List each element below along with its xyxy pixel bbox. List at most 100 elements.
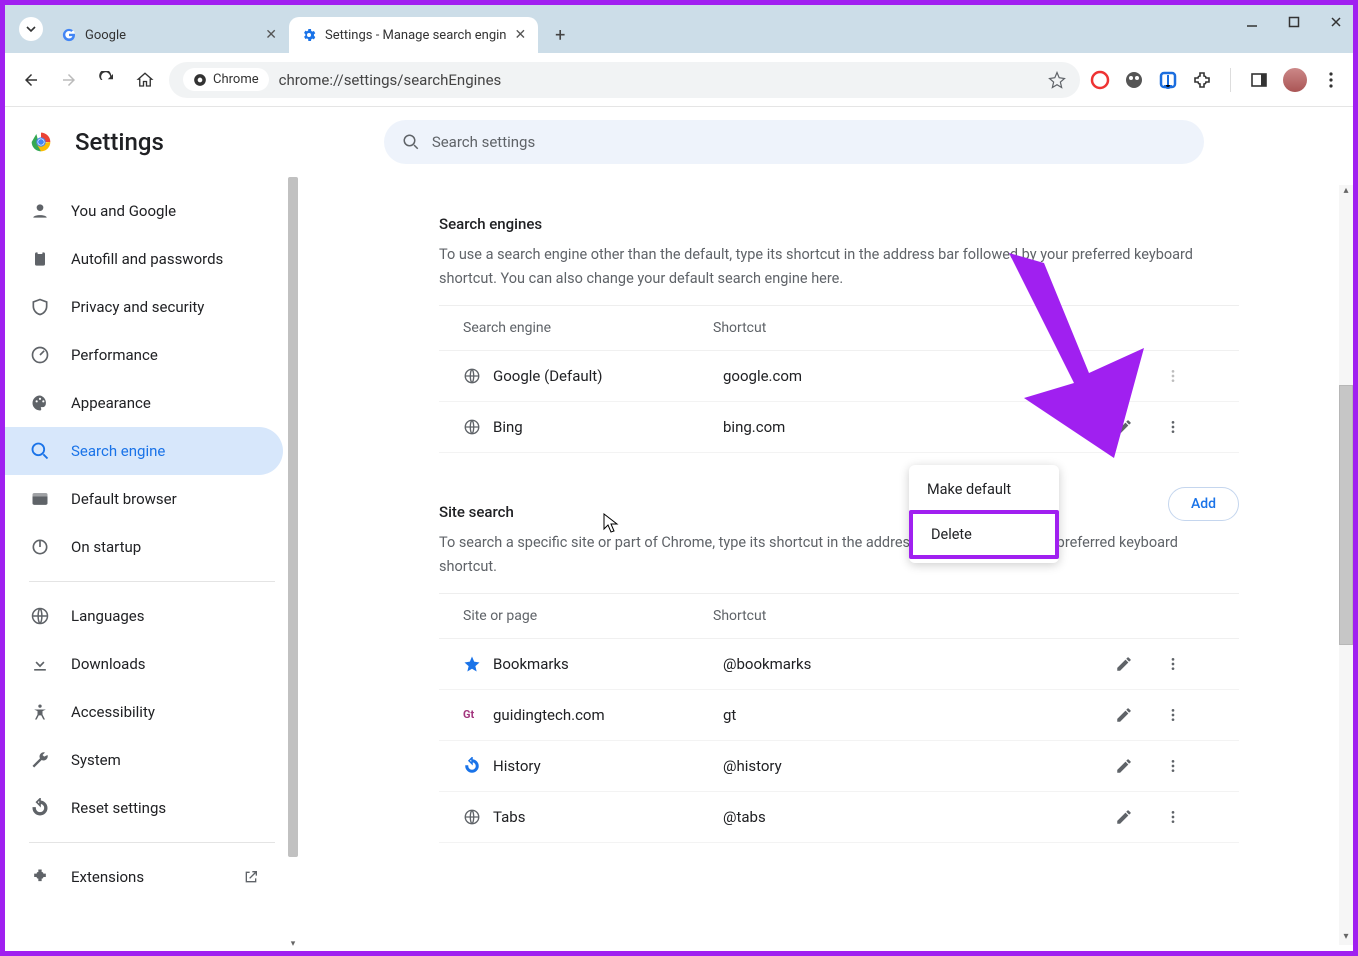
tabs-dropdown[interactable] [19, 17, 43, 41]
more-actions-button[interactable] [1165, 758, 1215, 774]
page-scrollbar[interactable]: ▴ ▾ [1339, 185, 1353, 945]
clipboard-icon [29, 249, 51, 269]
site-row: Bookmarks @bookmarks [439, 639, 1239, 690]
close-tab-icon[interactable]: ✕ [265, 27, 277, 43]
download-icon [29, 654, 51, 674]
new-tab-button[interactable]: + [546, 21, 574, 49]
globe-icon [29, 606, 51, 626]
profile-avatar[interactable] [1283, 68, 1307, 92]
maximize-button[interactable] [1287, 15, 1301, 29]
edit-button[interactable] [1115, 706, 1165, 724]
omnibox[interactable]: Chrome chrome://settings/searchEngines [169, 62, 1080, 98]
more-actions-button[interactable] [1165, 656, 1215, 672]
globe-icon [463, 367, 483, 385]
sidebar-item-privacy[interactable]: Privacy and security [5, 283, 283, 331]
sidebar-item-you-and-google[interactable]: You and Google [5, 187, 283, 235]
search-settings-input[interactable]: Search settings [384, 120, 1204, 164]
sidebar-item-search-engine[interactable]: Search engine [5, 427, 283, 475]
history-icon [463, 757, 483, 775]
site-row: History @history [439, 741, 1239, 792]
search-icon [29, 441, 51, 461]
sidebar-item-appearance[interactable]: Appearance [5, 379, 283, 427]
chrome-menu-icon[interactable] [1321, 70, 1341, 90]
sidebar-item-default-browser[interactable]: Default browser [5, 475, 283, 523]
site-search-sub: To search a specific site or part of Chr… [439, 531, 1239, 593]
globe-icon [463, 418, 483, 436]
more-actions-button[interactable] [1165, 368, 1215, 384]
tab-google[interactable]: Google ✕ [49, 17, 289, 53]
edit-button[interactable] [1115, 757, 1165, 775]
site-search-heading: Site search [439, 493, 1239, 531]
site-row: Tabs @tabs [439, 792, 1239, 843]
sidebar-item-performance[interactable]: Performance [5, 331, 283, 379]
sidebar-item-system[interactable]: System [5, 736, 283, 784]
settings-sidebar: You and Google Autofill and passwords Pr… [5, 177, 295, 951]
search-engines-sub: To use a search engine other than the de… [439, 243, 1239, 305]
settings-header: Settings Search settings [5, 107, 1353, 177]
ctx-make-default[interactable]: Make default [909, 469, 1059, 510]
more-actions-button[interactable] [1165, 707, 1215, 723]
ctx-delete[interactable]: Delete [909, 510, 1059, 559]
bookmark-star-icon[interactable] [1048, 71, 1066, 89]
person-icon [29, 201, 51, 221]
sidebar-item-languages[interactable]: Languages [5, 592, 283, 640]
engine-row-google: Google (Default) google.com [439, 351, 1239, 402]
site-row: Gt guidingtech.com gt [439, 690, 1239, 741]
tab-title: Settings - Manage search engin [325, 28, 506, 43]
sidebar-item-on-startup[interactable]: On startup [5, 523, 283, 571]
accessibility-icon [29, 702, 51, 722]
close-window-button[interactable] [1329, 15, 1343, 29]
puzzle-icon [29, 867, 51, 887]
reload-button[interactable] [93, 66, 121, 94]
speedometer-icon [29, 345, 51, 365]
search-icon [402, 133, 420, 151]
home-button[interactable] [131, 66, 159, 94]
power-icon [29, 537, 51, 557]
tab-title: Google [85, 28, 257, 43]
tab-settings[interactable]: Settings - Manage search engin ✕ [289, 17, 538, 53]
sidebar-item-reset[interactable]: Reset settings [5, 784, 283, 832]
browser-tabstrip: Google ✕ Settings - Manage search engin … [5, 5, 1353, 53]
settings-title: Settings [75, 128, 164, 156]
sidebar-item-autofill[interactable]: Autofill and passwords [5, 235, 283, 283]
gear-icon [301, 27, 317, 43]
extensions-puzzle-icon[interactable] [1192, 70, 1212, 90]
col-site: Site or page [463, 608, 713, 624]
ext-icon-2[interactable] [1124, 70, 1144, 90]
site-favicon-icon: Gt [463, 708, 483, 721]
sidepanel-icon[interactable] [1249, 70, 1269, 90]
external-link-icon [243, 869, 259, 885]
forward-button[interactable] [55, 66, 83, 94]
edit-button[interactable] [1115, 418, 1165, 436]
col-search-engine: Search engine [463, 320, 713, 336]
sidebar-item-extensions[interactable]: Extensions [5, 853, 283, 901]
reset-icon [29, 798, 51, 818]
star-icon [463, 655, 483, 673]
back-button[interactable] [17, 66, 45, 94]
search-engines-heading: Search engines [439, 205, 1239, 243]
ext-icon-3[interactable] [1158, 70, 1178, 90]
context-menu: Make default Delete [909, 465, 1059, 563]
sidebar-item-accessibility[interactable]: Accessibility [5, 688, 283, 736]
extensions-area [1090, 68, 1341, 92]
wrench-icon [29, 750, 51, 770]
edit-button[interactable] [1115, 808, 1165, 826]
sidebar-item-downloads[interactable]: Downloads [5, 640, 283, 688]
url-text: chrome://settings/searchEngines [279, 71, 1038, 89]
browser-icon [29, 489, 51, 509]
security-chip[interactable]: Chrome [183, 68, 269, 91]
globe-icon [463, 808, 483, 826]
google-favicon-icon [61, 27, 77, 43]
chrome-icon [193, 73, 207, 87]
minimize-button[interactable] [1245, 15, 1259, 29]
chrome-logo-icon [27, 128, 55, 156]
add-site-button[interactable]: Add [1168, 487, 1239, 521]
palette-icon [29, 393, 51, 413]
more-actions-button[interactable] [1165, 809, 1215, 825]
more-actions-button[interactable] [1165, 419, 1215, 435]
engine-row-bing: Bing bing.com [439, 402, 1239, 453]
browser-toolbar: Chrome chrome://settings/searchEngines [5, 53, 1353, 107]
ext-icon-1[interactable] [1090, 70, 1110, 90]
edit-button[interactable] [1115, 655, 1165, 673]
close-tab-icon[interactable]: ✕ [514, 27, 526, 43]
